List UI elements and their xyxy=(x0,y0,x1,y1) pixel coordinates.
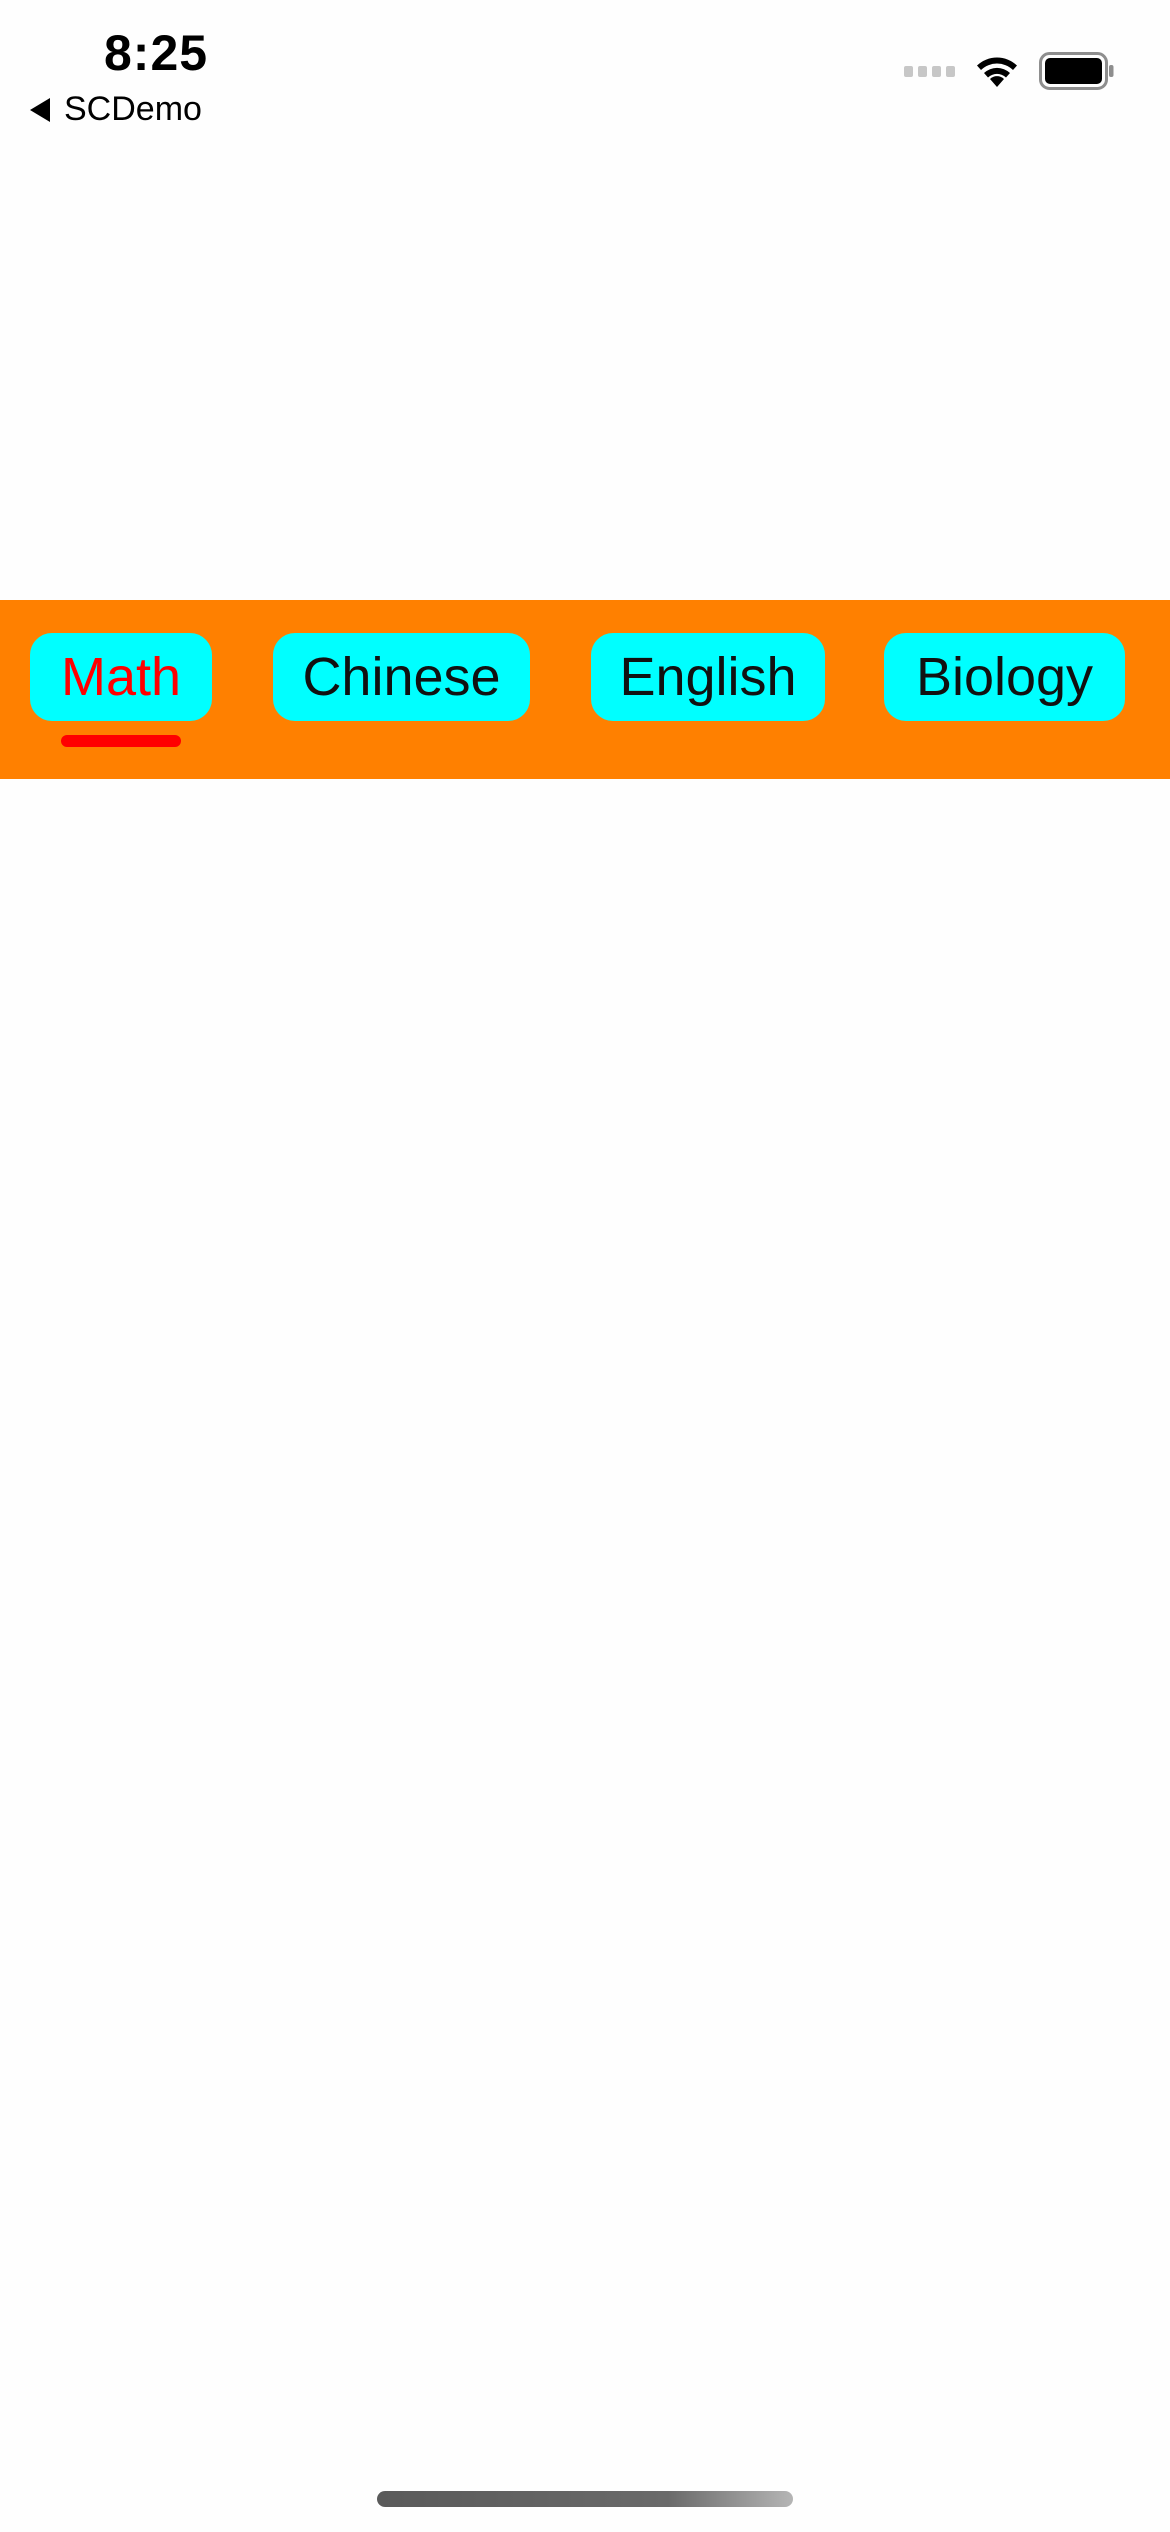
back-app-label: SCDemo xyxy=(64,90,202,128)
status-icons xyxy=(904,52,1115,90)
status-time: 8:25 xyxy=(104,25,209,81)
tab-math[interactable]: Math xyxy=(30,633,212,721)
battery-icon xyxy=(1039,52,1114,90)
home-indicator[interactable] xyxy=(377,2491,793,2507)
tab-chinese[interactable]: Chinese xyxy=(273,633,530,721)
selection-indicator xyxy=(61,735,181,747)
back-arrow-icon xyxy=(30,97,50,122)
segmented-tab-bar: Math Chinese English Biology xyxy=(0,600,1170,779)
tab-english[interactable]: English xyxy=(591,633,825,721)
app-screen: 8:25 SCDemo Math Chinese English Biology xyxy=(0,0,1170,2532)
back-to-app-button[interactable]: SCDemo xyxy=(30,90,202,129)
signal-dots-icon xyxy=(904,65,955,77)
wifi-icon xyxy=(977,57,1017,87)
tab-biology[interactable]: Biology xyxy=(884,633,1125,721)
